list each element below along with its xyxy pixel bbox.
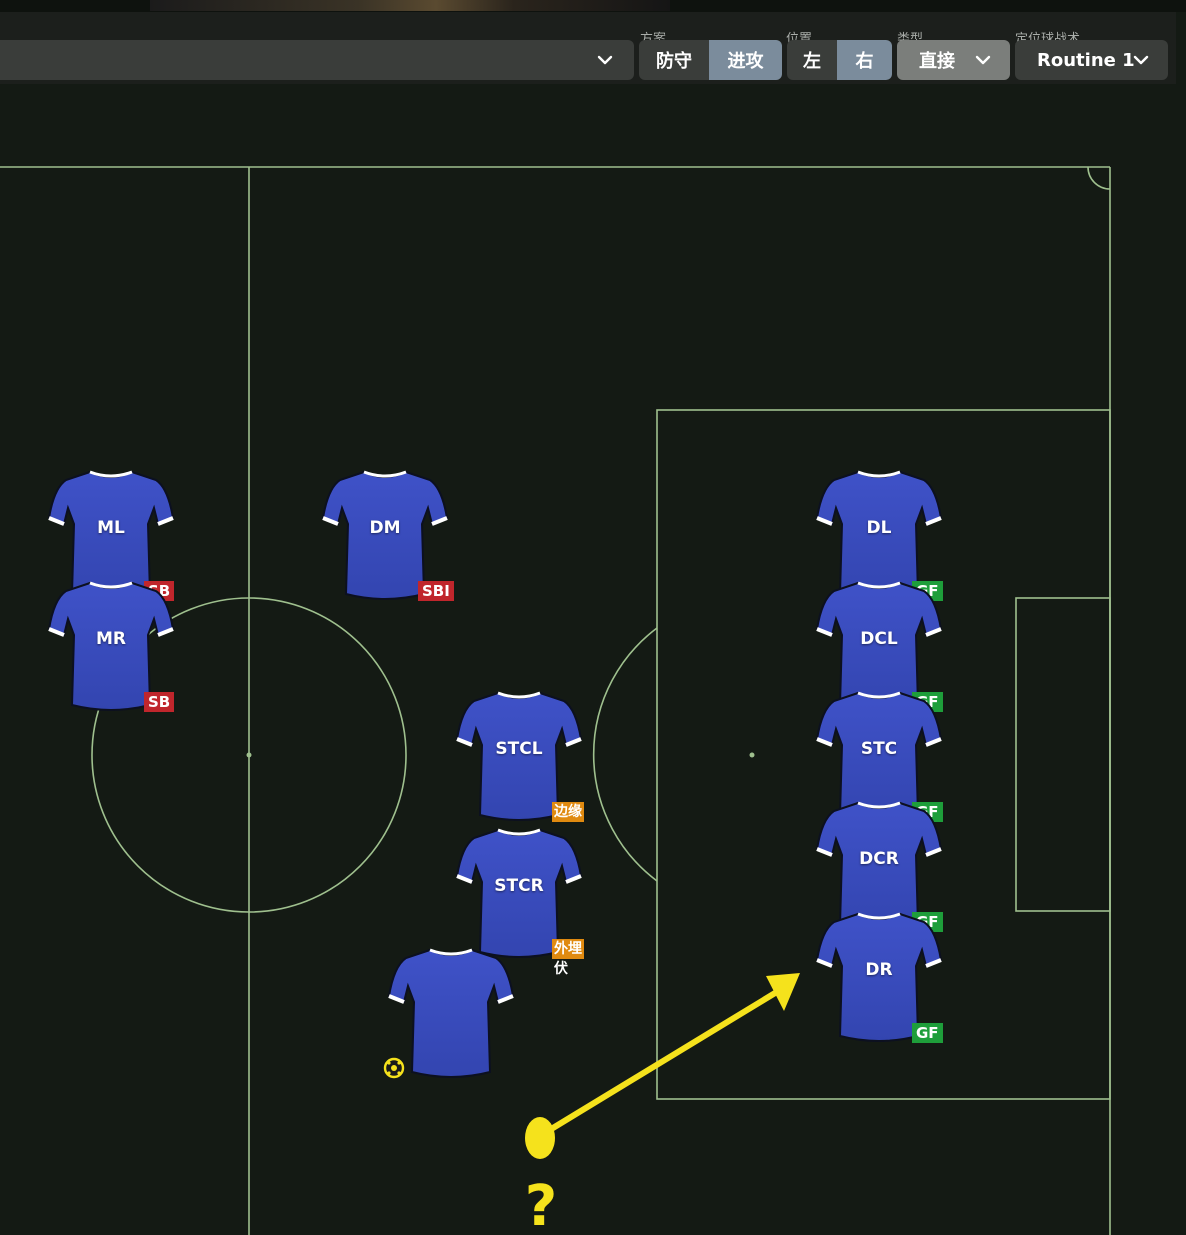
player-dr[interactable]: DR GF: [814, 908, 944, 1044]
player-position-label: DL: [866, 518, 892, 538]
player-dm[interactable]: DM SBI: [320, 466, 454, 602]
player-position-label: MR: [95, 629, 126, 649]
penalty-arc: [592, 627, 658, 882]
unknown-position-marker: ?: [525, 1174, 557, 1235]
player-position-label: STCL: [495, 739, 543, 759]
player-role-badge: SBI: [418, 581, 454, 601]
pitch-diagram: ?: [0, 166, 1111, 1235]
player-role-badge: SB: [144, 692, 175, 712]
player-role-badge: GF: [912, 1023, 943, 1043]
player-taker[interactable]: [386, 944, 516, 1080]
player-role-badge: 边缘: [552, 802, 584, 822]
player-position-label: DCR: [859, 849, 899, 869]
player-position-label: STCR: [494, 876, 544, 896]
shirt-icon: [387, 948, 515, 1078]
free-kick-spot-marker[interactable]: [525, 1117, 555, 1159]
corner-arc: [1087, 166, 1111, 190]
player-stcr[interactable]: STCR 外埋伏: [454, 824, 584, 977]
player-position-label: DM: [369, 518, 401, 538]
penalty-spot: [749, 752, 755, 758]
player-position-label: STC: [860, 739, 898, 759]
player-role-badge: 外埋伏: [552, 939, 584, 977]
six-yard-box: [1015, 597, 1111, 912]
player-position-label: DR: [865, 960, 893, 980]
player-position-label: DCL: [860, 629, 898, 649]
player-position-label: ML: [97, 518, 125, 538]
centre-spot: [246, 752, 252, 758]
player-mr[interactable]: MR SB: [46, 577, 176, 713]
delivery-arrow: [545, 973, 800, 1134]
player-stcl[interactable]: STCL 边缘: [454, 687, 584, 823]
